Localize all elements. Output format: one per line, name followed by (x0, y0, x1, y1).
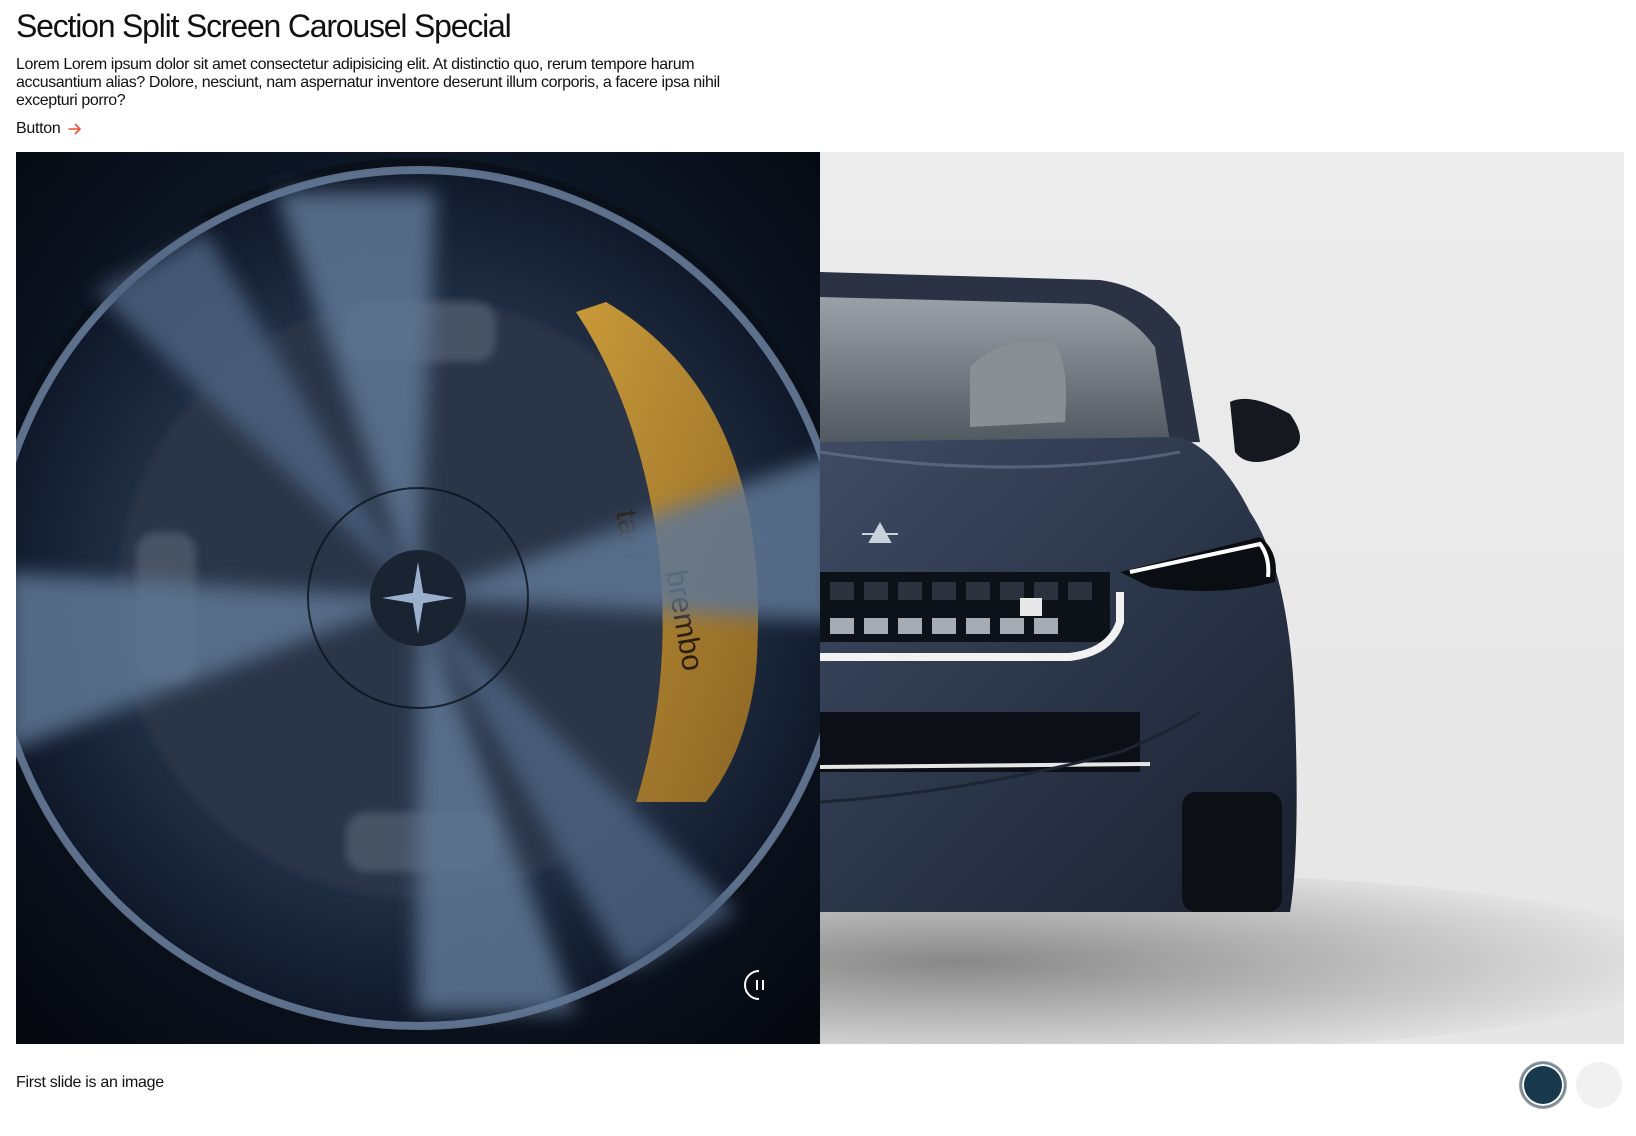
section-header: Section Split Screen Carousel Special Lo… (16, 8, 776, 138)
section-title: Section Split Screen Carousel Special (16, 8, 512, 44)
cta-button[interactable]: Button (16, 120, 82, 138)
carousel-dot-1[interactable] (1520, 1062, 1566, 1108)
car-front-image (820, 152, 1624, 1044)
carousel-dot-2[interactable] (1576, 1062, 1622, 1108)
section-description: Lorem Lorem ipsum dolor sit amet consect… (16, 56, 720, 109)
pause-icon[interactable] (742, 968, 776, 1002)
cta-button-label: Button (16, 120, 61, 137)
slide-wheel-image: brembo tar / (16, 152, 820, 1044)
arrow-right-icon (68, 123, 82, 135)
carousel-pagination (1520, 1062, 1622, 1108)
spinning-wheel-image: brembo tar / (16, 152, 820, 1044)
split-screen-carousel[interactable]: brembo tar / (16, 152, 1624, 1044)
slide-car-image (820, 152, 1624, 1044)
slide-caption: First slide is an image (16, 1074, 164, 1091)
